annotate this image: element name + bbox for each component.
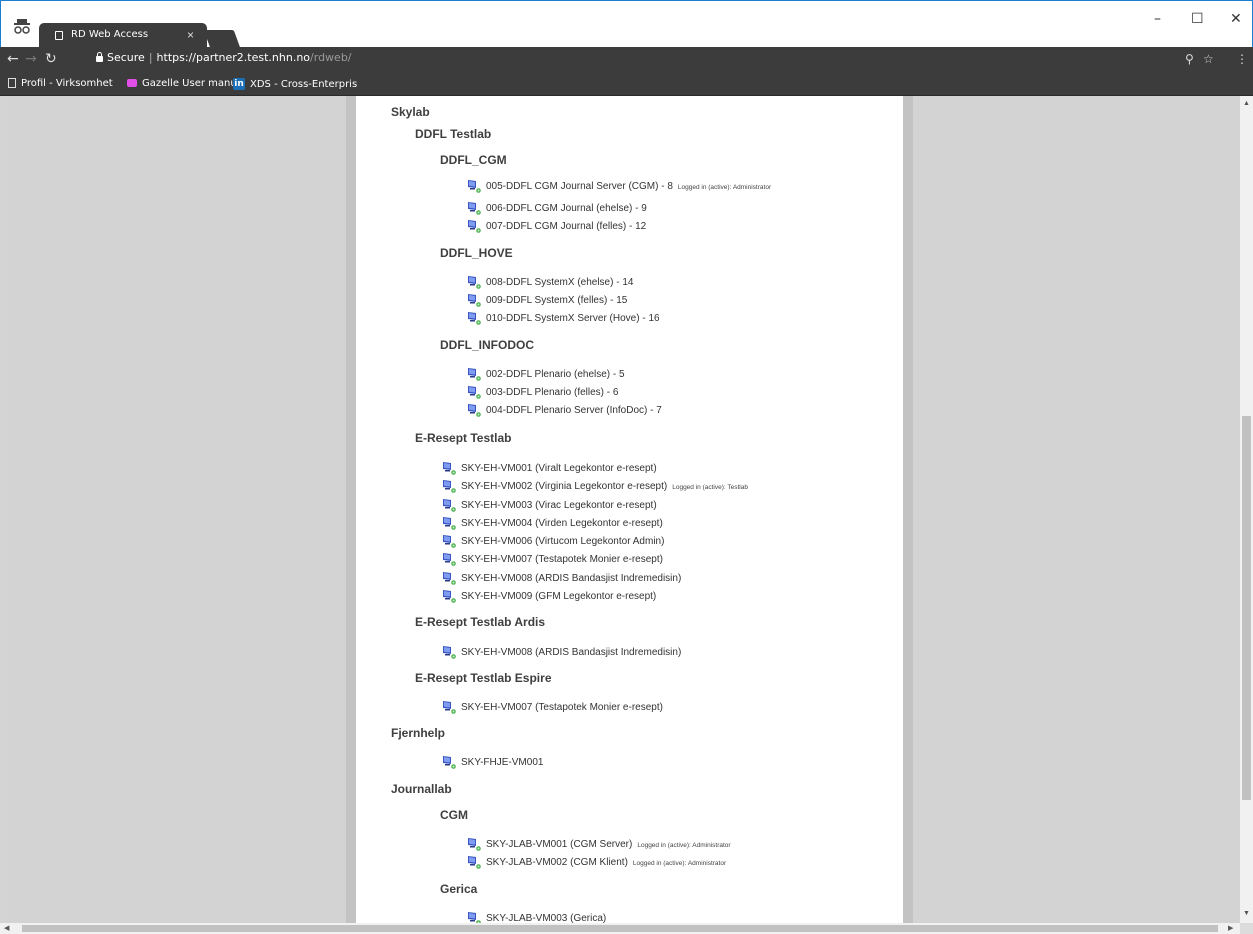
remote-desktop-icon [466,366,482,382]
new-tab-button[interactable] [203,30,241,48]
folder-eresept-testlab[interactable]: E-Resept Testlab [415,431,511,445]
left-border [346,96,356,923]
close-window-button[interactable]: ✕ [1230,11,1242,27]
folder-skylab[interactable]: Skylab [391,105,430,119]
page-viewport: Skylab DDFL Testlab DDFL_CGM 005-DDFL CG… [8,96,1240,923]
session-status: Logged in (active): Administrator [677,184,772,191]
remote-desktop-icon [466,854,482,870]
secure-label: Secure [107,51,145,64]
tab-close-button[interactable]: × [187,28,194,42]
remote-desktop-icon [466,292,482,308]
folder-eresept-espire[interactable]: E-Resept Testlab Espire [415,671,552,685]
forward-icon[interactable]: → [25,51,37,67]
remote-desktop-icon [441,515,457,531]
folder-ddfl-infodoc[interactable]: DDFL_INFODOC [440,338,534,352]
address-bar[interactable]: Secure | https://partner2.test.nhn.no/rdwe… [96,51,1229,69]
bookmark-star-icon[interactable]: ☆ [1203,52,1214,66]
linkedin-icon: in [233,78,245,90]
browser-titlebar: RD Web Access × – ☐ ✕ [0,0,1253,48]
bookmark-xds[interactable]: in XDS - Cross-Enterpris [233,78,357,90]
bookmarks-bar: Profil - Virksomhet Gazelle User manual … [0,73,1253,96]
remote-desktop-icon [441,460,457,476]
lock-icon [96,52,103,62]
remote-desktop-icon [441,644,457,660]
remote-desktop-icon [441,570,457,586]
scroll-left-icon[interactable]: ◀ [4,924,9,932]
scroll-up-icon[interactable]: ▲ [1243,100,1250,107]
tab-rd-web-access[interactable]: RD Web Access × [39,23,207,48]
remote-desktop-icon [441,478,457,494]
menu-icon[interactable]: ⋮ [1236,52,1248,66]
scroll-corner [1240,923,1253,934]
folder-ddfl-hove[interactable]: DDFL_HOVE [440,246,513,260]
incognito-icon [14,19,30,34]
scroll-down-icon[interactable]: ▼ [1243,910,1250,917]
horizontal-scrollbar[interactable]: ◀ ▶ [0,923,1240,934]
tab-title: RD Web Access [71,29,149,40]
bookmark-profil[interactable]: Profil - Virksomhet [8,78,113,89]
page-icon [8,78,16,88]
remote-desktop-icon [466,910,482,923]
remote-desktop-icon [441,754,457,770]
folder-fjernhelp[interactable]: Fjernhelp [391,726,445,740]
maximize-button[interactable]: ☐ [1191,11,1204,27]
vertical-scrollbar[interactable]: ▲ ▼ [1240,96,1253,923]
gazelle-icon [127,79,137,87]
folder-ddfl-cgm[interactable]: DDFL_CGM [440,153,507,167]
remote-desktop-icon [466,274,482,290]
remote-apps-panel: Skylab DDFL Testlab DDFL_CGM 005-DDFL CG… [356,96,903,923]
bookmark-gazelle[interactable]: Gazelle User manual [127,78,246,89]
remote-desktop-icon [466,384,482,400]
url-path: /rdweb/ [310,51,352,64]
reload-icon[interactable]: ↻ [45,51,57,67]
browser-toolbar: ← → ↻ Secure | https://partner2.test.nhn.n… [0,47,1253,73]
back-icon[interactable]: ← [7,51,19,67]
minimize-button[interactable]: – [1154,11,1161,27]
remote-desktop-icon [441,588,457,604]
session-status: Logged in (active): Administrator [632,860,727,867]
folder-eresept-ardis[interactable]: E-Resept Testlab Ardis [415,615,545,629]
remote-desktop-icon [466,402,482,418]
remote-desktop-icon [466,218,482,234]
session-status: Logged in (active): Administrator [637,842,731,849]
url-host: https://partner2.test.nhn.no [156,51,311,64]
folder-journallab[interactable]: Journallab [391,782,452,796]
folder-ddfl-testlab[interactable]: DDFL Testlab [415,127,491,141]
right-border [903,96,913,923]
remote-desktop-icon [466,178,482,194]
remote-desktop-icon [466,310,482,326]
zoom-icon[interactable]: ⚲ [1185,52,1194,66]
remote-desktop-icon [441,699,457,715]
folder-journallab-cgm[interactable]: CGM [440,808,468,822]
remote-desktop-icon [466,200,482,216]
remote-desktop-icon [441,497,457,513]
scroll-right-icon[interactable]: ▶ [1228,924,1233,932]
page-favicon-icon [55,31,63,40]
vertical-scroll-thumb[interactable] [1242,416,1251,800]
remote-desktop-icon [441,551,457,567]
horizontal-scroll-thumb[interactable] [22,925,1218,932]
session-status: Logged in (active): Testlab [672,484,748,491]
folder-gerica[interactable]: Gerica [440,882,477,896]
remote-desktop-icon [441,533,457,549]
remote-desktop-icon [466,836,482,852]
